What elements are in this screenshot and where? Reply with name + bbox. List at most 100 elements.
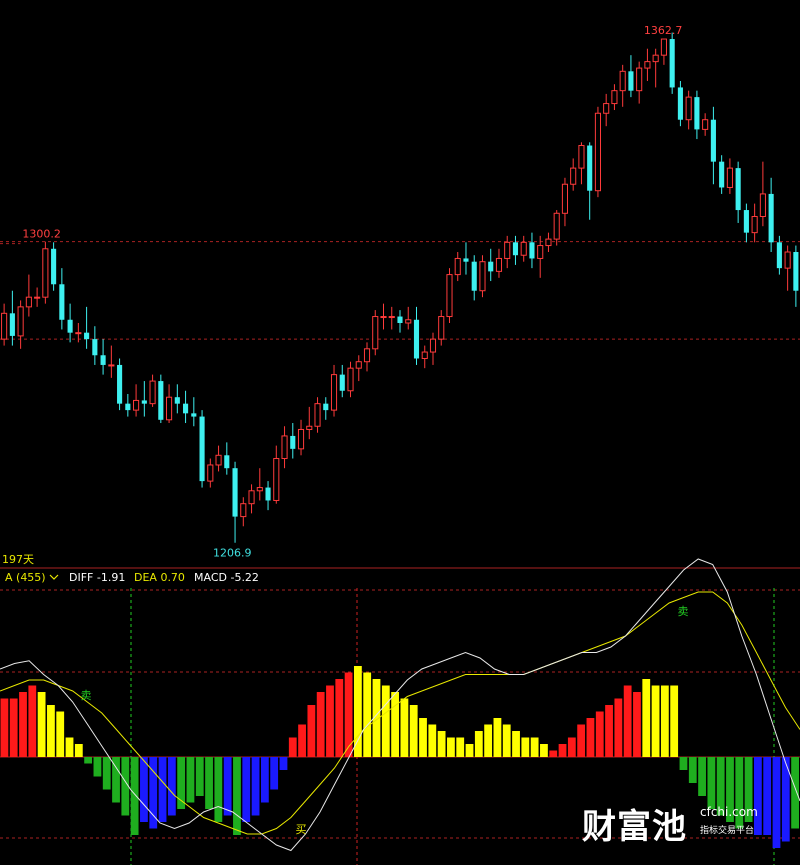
candle-body <box>405 319 412 324</box>
macd-bar <box>251 757 260 816</box>
candle-body <box>141 400 147 404</box>
candle-body <box>636 67 643 92</box>
candle-body <box>149 380 156 405</box>
candle-body <box>520 241 527 256</box>
macd-bar <box>577 724 586 757</box>
chevron-down-icon[interactable] <box>49 574 59 580</box>
macd-bar <box>28 685 37 757</box>
macd-bar <box>130 757 139 835</box>
high-label-2: 1362.7 <box>644 24 683 37</box>
macd-bar <box>633 692 641 757</box>
macd-bar <box>195 757 204 796</box>
candle-body <box>25 296 32 308</box>
macd-bar <box>679 757 688 770</box>
macd-bar <box>567 737 576 757</box>
candle-body <box>644 61 651 69</box>
signal-marker: 买 <box>296 823 307 836</box>
macd-bar <box>595 711 604 757</box>
macd-bar <box>474 731 483 757</box>
signal-marker: 卖 <box>81 689 92 702</box>
candle-body <box>256 487 263 492</box>
candle-body <box>108 364 115 367</box>
candle-body <box>463 258 469 262</box>
candle-body <box>330 374 338 411</box>
candle-body <box>380 316 387 319</box>
candle-body <box>347 367 354 392</box>
stock-chart: 1300.2 1362.7 1206.9 197天 A (455) DIFF -… <box>0 24 800 865</box>
macd-bar <box>74 744 83 757</box>
macd-bar <box>335 679 344 757</box>
candle-body <box>594 112 601 192</box>
macd-bar <box>270 757 279 790</box>
signal-marker: 卖 <box>678 605 689 618</box>
candle-body <box>578 145 585 169</box>
candle-body <box>158 381 164 420</box>
candle-body <box>702 119 709 130</box>
candle-body <box>768 193 774 243</box>
candle-body <box>174 397 180 404</box>
candle-body <box>628 71 634 91</box>
macd-bar <box>56 711 65 757</box>
candle-body <box>133 399 140 411</box>
candle-body <box>751 216 758 234</box>
candle-body <box>281 435 288 460</box>
candle-body <box>669 39 675 88</box>
candle-body <box>290 435 296 449</box>
macd-bar <box>698 757 706 796</box>
macd-bar <box>558 744 567 757</box>
macd-bar <box>307 705 316 757</box>
candlestick-series <box>1 32 799 543</box>
macd-bar <box>670 685 679 757</box>
candle-body <box>355 361 362 369</box>
candle-body <box>388 316 395 319</box>
candle-body <box>339 374 345 391</box>
macd-bar <box>512 731 520 757</box>
low-label: 1206.9 <box>213 547 252 560</box>
candle-body <box>603 103 610 114</box>
candle-body <box>677 87 683 120</box>
macd-bar <box>84 757 93 764</box>
macd-bar <box>279 757 288 770</box>
candle-body <box>776 242 782 269</box>
macd-bar <box>400 698 409 757</box>
candle-body <box>570 167 577 185</box>
macd-bar <box>353 666 362 757</box>
candle-body <box>215 454 222 466</box>
candle-body <box>125 403 131 411</box>
macd-bar <box>177 757 186 809</box>
indicator-name[interactable]: A (455) <box>5 571 46 584</box>
candle-body <box>652 54 659 63</box>
candle-body <box>479 261 486 292</box>
macd-bar <box>260 757 269 803</box>
candle-body <box>92 339 98 356</box>
candle-body <box>446 274 453 318</box>
macd-bar <box>167 757 176 816</box>
macd-bar <box>102 757 111 790</box>
candle-body <box>323 403 329 411</box>
candle-body <box>1 312 8 340</box>
candle-body <box>297 428 305 450</box>
macd-bar <box>316 692 325 757</box>
macd-bar <box>363 672 372 757</box>
macd-bar <box>214 757 223 822</box>
macd-bar <box>791 757 799 829</box>
macd-bar <box>9 698 18 757</box>
candle-body <box>224 455 230 469</box>
macd-bar <box>19 692 27 757</box>
candle-body <box>183 403 189 414</box>
candle-body <box>454 257 461 276</box>
candle-body <box>248 490 255 505</box>
macd-bar <box>288 737 297 757</box>
indicator-header[interactable]: A (455) DIFF -1.91 DEA 0.70 MACD -5.22 <box>5 571 259 584</box>
candle-body <box>413 319 420 359</box>
candle-body <box>17 306 24 337</box>
candle-body <box>529 242 535 259</box>
macd-bar <box>140 757 148 822</box>
candle-body <box>207 464 214 482</box>
macd-bar <box>298 724 306 757</box>
high-label-1: 1300.2 <box>22 228 61 241</box>
candle-body <box>512 242 519 256</box>
macd-bar <box>688 757 697 783</box>
candle-body <box>537 245 544 259</box>
candle-body <box>438 316 445 340</box>
